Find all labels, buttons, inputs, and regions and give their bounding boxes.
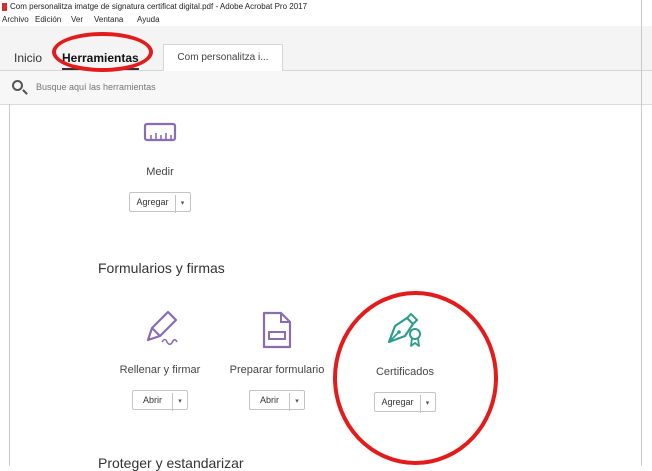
search-input[interactable] — [36, 79, 336, 95]
tool-medir-add-button[interactable]: Agregar ▾ — [129, 192, 191, 213]
tool-certificados[interactable]: Certificados Agregar ▾ — [355, 312, 455, 413]
search-icon[interactable] — [12, 80, 23, 91]
menu-archivo[interactable]: Archivo — [2, 14, 29, 26]
chevron-down-icon[interactable]: ▾ — [289, 393, 304, 411]
panel-divider — [9, 104, 10, 466]
window-title: Com personalitza imatge de signatura cer… — [10, 2, 308, 11]
tool-preparar-formulario[interactable]: Preparar formulario Abrir ▾ — [221, 310, 333, 411]
chevron-down-icon[interactable]: ▾ — [174, 195, 190, 213]
tool-medir[interactable]: Medir Agregar ▾ — [110, 120, 210, 213]
section-title-forms: Formularios y firmas — [98, 260, 225, 276]
section-title-protect: Proteger y estandarizar — [98, 455, 244, 471]
menu-ayuda[interactable]: Ayuda — [137, 14, 160, 26]
scrollbar-edge — [641, 0, 642, 466]
tab-herramientas[interactable]: Herramientas — [62, 46, 139, 70]
tool-certificados-add-button[interactable]: Agregar ▾ — [374, 392, 436, 413]
menu-ventana[interactable]: Ventana — [94, 14, 123, 26]
menu-bar: Archivo Edición Ver Ventana Ayuda — [0, 14, 652, 26]
tab-bar: Inicio Herramientas — [0, 26, 652, 71]
chevron-down-icon[interactable]: ▾ — [172, 393, 187, 411]
tool-preparar-open-button[interactable]: Abrir ▾ — [248, 390, 305, 411]
tool-certificados-label: Certificados — [375, 366, 435, 378]
ruler-icon — [143, 122, 177, 142]
certificate-pen-icon — [387, 312, 421, 347]
tab-document[interactable]: Com personalitza i... — [163, 44, 283, 71]
chevron-down-icon[interactable]: ▾ — [419, 395, 435, 413]
tab-inicio[interactable]: Inicio — [14, 46, 42, 70]
fill-sign-pen-icon — [146, 310, 178, 346]
tools-search-bar — [0, 71, 652, 105]
tool-rellenar-open-button[interactable]: Abrir ▾ — [131, 390, 188, 411]
tool-rellenar-firmar[interactable]: Rellenar y firmar Abrir ▾ — [100, 310, 220, 411]
pdf-file-icon — [2, 3, 7, 11]
menu-edicion[interactable]: Edición — [35, 14, 61, 26]
tool-rellenar-label: Rellenar y firmar — [119, 364, 201, 376]
prepare-form-icon — [262, 311, 292, 349]
tool-medir-label: Medir — [146, 166, 174, 178]
menu-ver[interactable]: Ver — [71, 14, 83, 26]
tool-preparar-label: Preparar formulario — [229, 364, 325, 376]
window-titlebar: Com personalitza imatge de signatura cer… — [0, 0, 652, 14]
